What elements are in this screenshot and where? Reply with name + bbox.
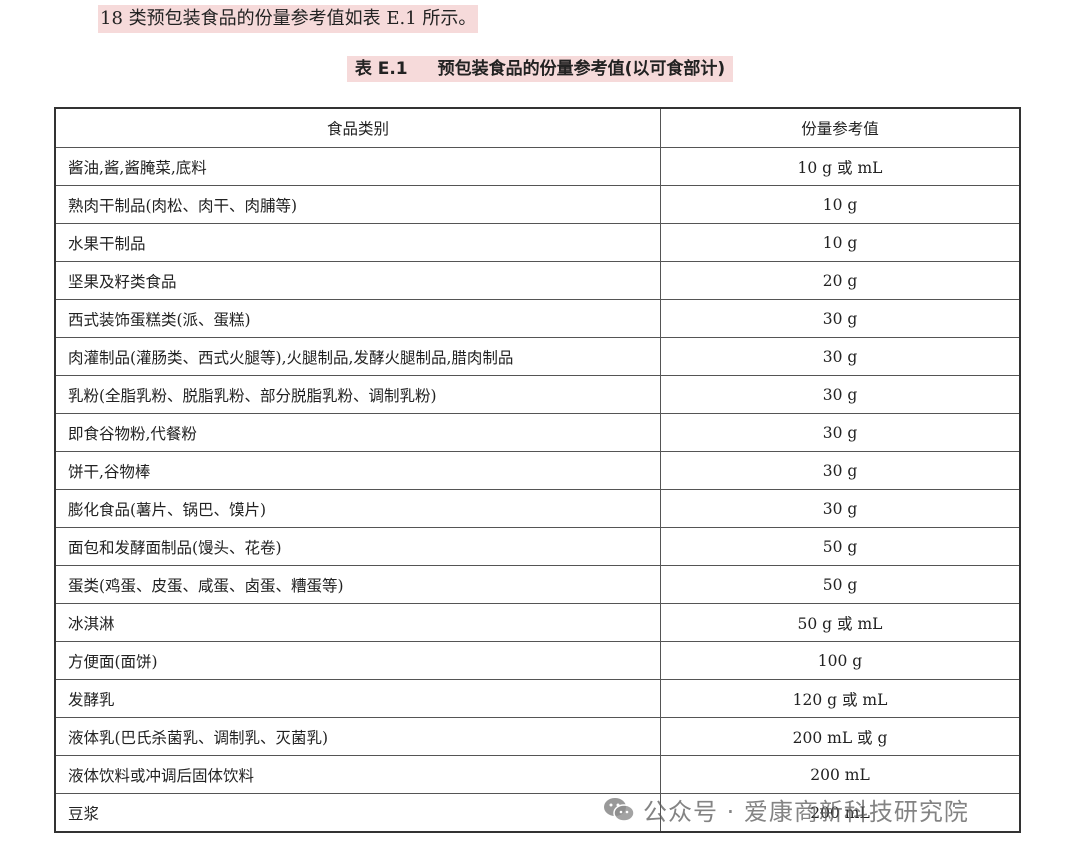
food-category-cell: 蛋类(鸡蛋、皮蛋、咸蛋、卤蛋、糟蛋等) — [54, 565, 661, 604]
food-category-cell: 水果干制品 — [54, 223, 661, 262]
serving-value-cell: 30 g — [660, 299, 1021, 338]
table-row: 饼干,谷物棒 30 g — [54, 451, 1021, 490]
food-category-cell: 酱油,酱,酱腌菜,底料 — [54, 147, 661, 186]
intro-text: 18 类预包装食品的份量参考值如表 E.1 所示。 — [98, 5, 479, 33]
table-row: 蛋类(鸡蛋、皮蛋、咸蛋、卤蛋、糟蛋等) 50 g — [54, 565, 1021, 604]
serving-value-cell: 10 g — [660, 185, 1021, 224]
table-header-row: 食品类别 份量参考值 — [54, 107, 1021, 148]
serving-value-cell: 10 g — [660, 223, 1021, 262]
serving-value-cell: 30 g — [660, 337, 1021, 376]
food-category-cell: 即食谷物粉,代餐粉 — [54, 413, 661, 452]
serving-value-cell: 20 g — [660, 261, 1021, 300]
watermark-text: 公众号 · 爱康商新科技研究院 — [643, 798, 969, 826]
food-category-cell: 熟肉干制品(肉松、肉干、肉脯等) — [54, 185, 661, 224]
serving-value-cell: 30 g — [660, 413, 1021, 452]
table-row: 西式装饰蛋糕类(派、蛋糕) 30 g — [54, 299, 1021, 338]
serving-value-cell: 200 mL 或 g — [660, 717, 1021, 756]
header-food-category: 食品类别 — [54, 107, 661, 148]
serving-value-cell: 30 g — [660, 375, 1021, 414]
food-category-cell: 发酵乳 — [54, 679, 661, 718]
food-category-cell: 豆浆 — [54, 793, 661, 833]
header-serving-value: 份量参考值 — [660, 107, 1021, 148]
serving-value-cell: 30 g — [660, 489, 1021, 528]
serving-value-cell: 30 g — [660, 451, 1021, 490]
serving-value-cell: 200 mL — [660, 755, 1021, 794]
table-row: 即食谷物粉,代餐粉 30 g — [54, 413, 1021, 452]
table-row: 发酵乳 120 g 或 mL — [54, 679, 1021, 718]
serving-value-cell: 100 g — [660, 641, 1021, 680]
food-category-cell: 坚果及籽类食品 — [54, 261, 661, 300]
table-row: 乳粉(全脂乳粉、脱脂乳粉、部分脱脂乳粉、调制乳粉) 30 g — [54, 375, 1021, 414]
wechat-icon — [604, 797, 635, 822]
food-category-cell: 乳粉(全脂乳粉、脱脂乳粉、部分脱脂乳粉、调制乳粉) — [54, 375, 661, 414]
food-category-cell: 面包和发酵面制品(馒头、花卷) — [54, 527, 661, 566]
serving-value-cell: 50 g 或 mL — [660, 603, 1021, 642]
table-row: 面包和发酵面制品(馒头、花卷) 50 g — [54, 527, 1021, 566]
serving-reference-table: 食品类别 份量参考值 酱油,酱,酱腌菜,底料 10 g 或 mL 熟肉干制品(肉松、… — [54, 107, 1021, 833]
table-row: 熟肉干制品(肉松、肉干、肉脯等) 10 g — [54, 185, 1021, 224]
table-row: 肉灌制品(灌肠类、西式火腿等),火腿制品,发酵火腿制品,腊肉制品 30 g — [54, 337, 1021, 376]
caption-number: 表 E.1 — [350, 56, 412, 82]
table-row: 方便面(面饼) 100 g — [54, 641, 1021, 680]
table-caption: 表 E.1 预包装食品的份量参考值(以可食部计) — [0, 56, 1080, 82]
table-row: 冰淇淋 50 g 或 mL — [54, 603, 1021, 642]
serving-value-cell: 50 g — [660, 527, 1021, 566]
serving-value-cell: 50 g — [660, 565, 1021, 604]
table-row: 膨化食品(薯片、锅巴、馍片) 30 g — [54, 489, 1021, 528]
table-row: 液体乳(巴氏杀菌乳、调制乳、灭菌乳) 200 mL 或 g — [54, 717, 1021, 756]
caption-title: 预包装食品的份量参考值(以可食部计) — [433, 56, 730, 82]
serving-value-cell: 10 g 或 mL — [660, 147, 1021, 186]
food-category-cell: 冰淇淋 — [54, 603, 661, 642]
food-category-cell: 肉灌制品(灌肠类、西式火腿等),火腿制品,发酵火腿制品,腊肉制品 — [54, 337, 661, 376]
food-category-cell: 西式装饰蛋糕类(派、蛋糕) — [54, 299, 661, 338]
watermark: 公众号 · 爱康商新科技研究院 — [603, 792, 969, 827]
table-row: 水果干制品 10 g — [54, 223, 1021, 262]
table-row: 坚果及籽类食品 20 g — [54, 261, 1021, 300]
food-category-cell: 膨化食品(薯片、锅巴、馍片) — [54, 489, 661, 528]
table-row: 酱油,酱,酱腌菜,底料 10 g 或 mL — [54, 147, 1021, 186]
caption-highlight: 表 E.1 预包装食品的份量参考值(以可食部计) — [346, 56, 734, 82]
table-row: 液体饮料或冲调后固体饮料 200 mL — [54, 755, 1021, 794]
serving-value-cell: 120 g 或 mL — [660, 679, 1021, 718]
food-category-cell: 液体饮料或冲调后固体饮料 — [54, 755, 661, 794]
food-category-cell: 方便面(面饼) — [54, 641, 661, 680]
food-category-cell: 液体乳(巴氏杀菌乳、调制乳、灭菌乳) — [54, 717, 661, 756]
food-category-cell: 饼干,谷物棒 — [54, 451, 661, 490]
